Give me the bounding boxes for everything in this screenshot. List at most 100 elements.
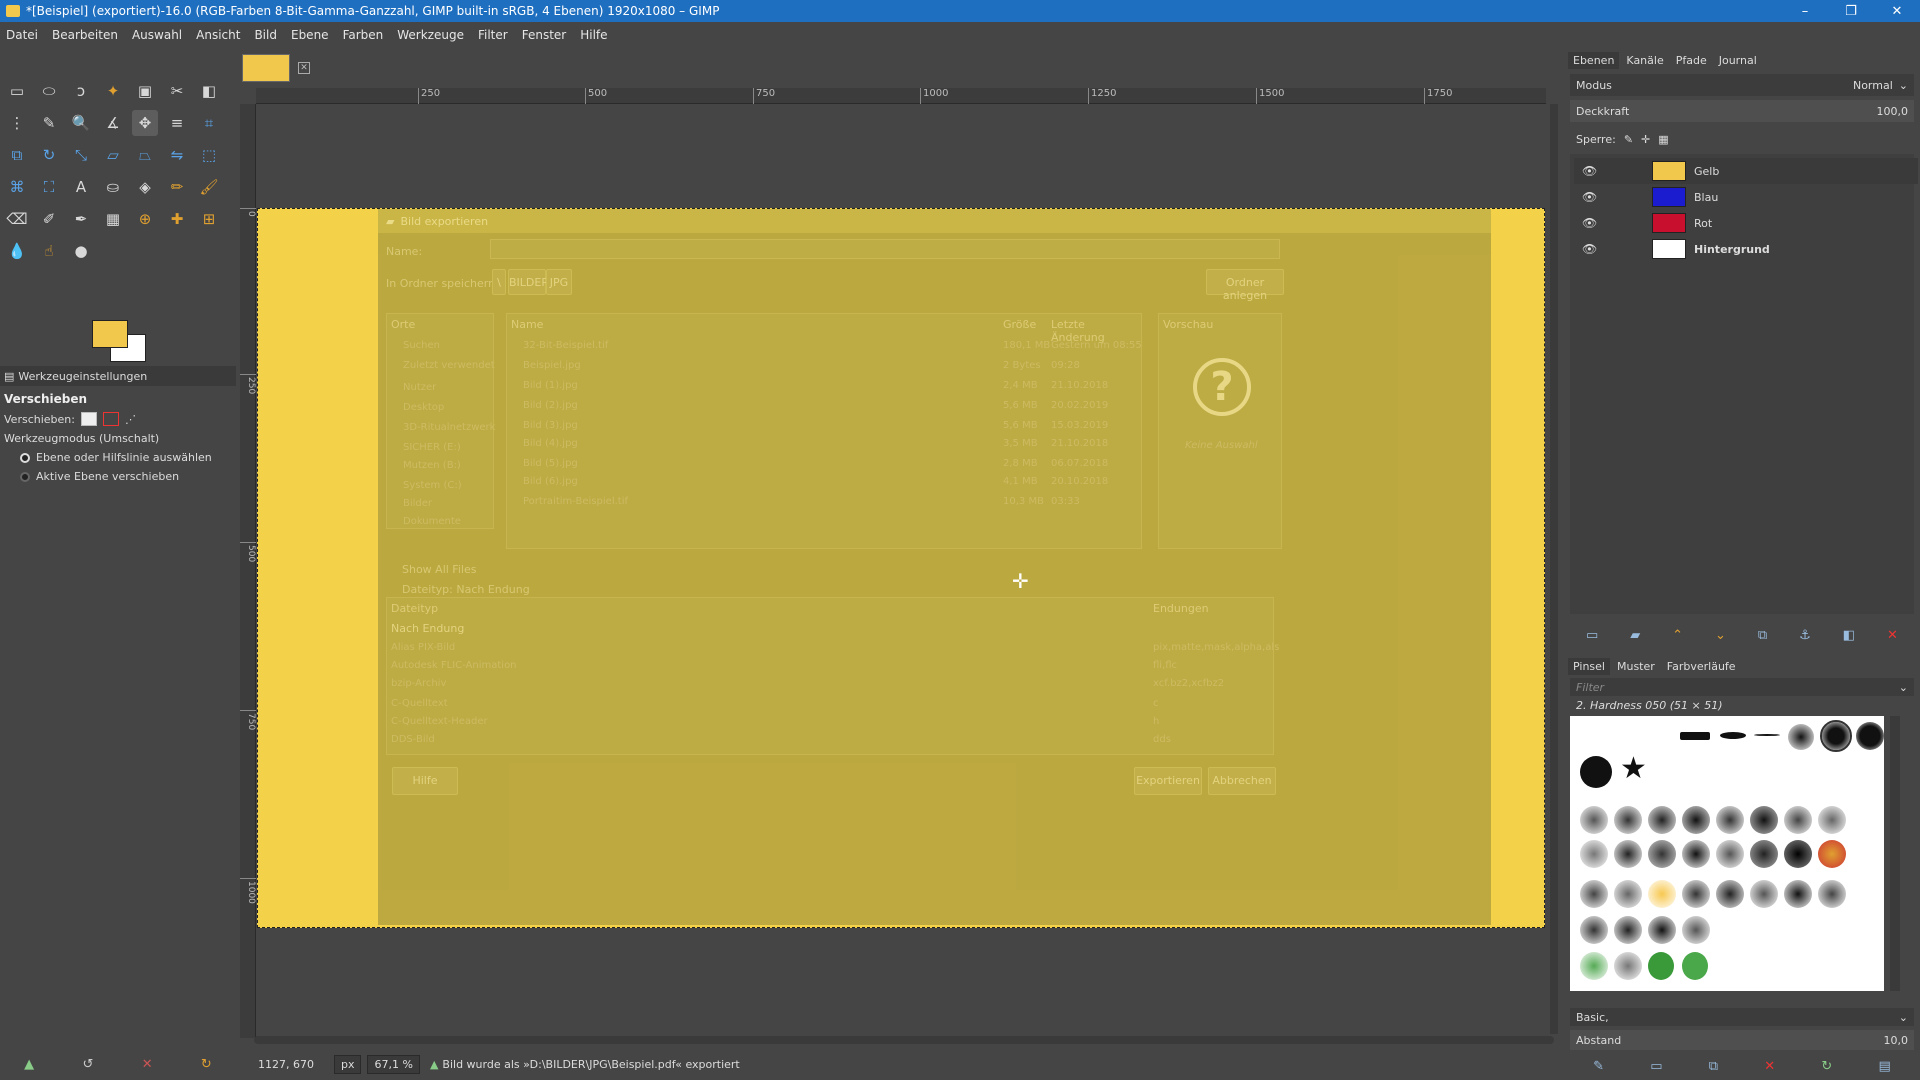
image-canvas[interactable]: ▰ Bild exportieren Name: In Ordner speic… [257,208,1545,928]
duplicate-brush-icon[interactable]: ⧉ [1709,1059,1718,1074]
menu-hilfe[interactable]: Hilfe [580,28,607,42]
restore-tool-preset-icon[interactable]: ↺ [82,1057,93,1072]
spacing-value[interactable]: 10,0 [1884,1034,1909,1047]
bucket-fill-icon[interactable]: ⛀ [100,174,126,200]
paths-icon[interactable]: ⋮ [4,110,30,136]
scale-icon[interactable]: ⤡ [68,142,94,168]
menu-farben[interactable]: Farben [343,28,384,42]
brush-swatch[interactable] [1648,916,1676,944]
blur-sharpen-icon[interactable]: 💧 [4,238,30,264]
tab-journal[interactable]: Journal [1714,52,1762,69]
rect-select-icon[interactable]: ▭ [4,78,30,104]
brush-swatch[interactable] [1784,880,1812,908]
star-brush-icon[interactable]: ★ [1620,754,1648,784]
measure-icon[interactable]: ∡ [100,110,126,136]
flip-icon[interactable]: ⇋ [164,142,190,168]
canvas-viewport[interactable]: ▰ Bild exportieren Name: In Ordner speic… [257,105,1545,1032]
handle-transform-icon[interactable]: ⛶ [36,174,62,200]
pepper-brush-icon[interactable] [1648,952,1674,980]
unit-select[interactable]: px [333,1054,362,1074]
brush-swatch[interactable] [1716,806,1744,834]
delete-tool-preset-icon[interactable]: ✕ [142,1057,153,1072]
opacity-row[interactable]: Deckkraft 100,0 [1570,100,1914,122]
brush-swatch[interactable] [1614,880,1642,908]
crop-icon[interactable]: ⌗ [196,110,222,136]
layer-row[interactable]: 👁 Gelb [1574,158,1918,184]
warp-transform-icon[interactable]: ⌘ [4,174,30,200]
menu-ansicht[interactable]: Ansicht [196,28,240,42]
open-brush-as-image-icon[interactable]: ▤ [1879,1059,1891,1074]
shear-icon[interactable]: ▱ [100,142,126,168]
brush-swatch[interactable] [1716,880,1744,908]
perspective-icon[interactable]: ⏢ [132,142,158,168]
eraser-icon[interactable]: ⌫ [4,206,30,232]
menu-auswahl[interactable]: Auswahl [132,28,182,42]
visibility-eye-icon[interactable]: 👁 [1582,242,1604,256]
perspective-clone-icon[interactable]: ⊞ [196,206,222,232]
menu-ebene[interactable]: Ebene [291,28,329,42]
brush-swatch[interactable] [1614,952,1642,980]
brush-swatch[interactable] [1784,840,1812,868]
zoom-icon[interactable]: 🔍 [68,110,94,136]
raise-layer-icon[interactable]: ⌃ [1672,628,1683,643]
visibility-eye-icon[interactable]: 👁 [1582,216,1604,230]
paintbrush-icon[interactable]: 🖌 [196,174,222,200]
layer-row[interactable]: 👁 Blau [1574,184,1918,210]
brush-swatch[interactable] [1720,732,1746,739]
menu-datei[interactable]: Datei [6,28,38,42]
brush-swatch[interactable] [1716,840,1744,868]
brush-scrollbar[interactable] [1890,716,1900,991]
save-tool-preset-icon[interactable]: ▲ [24,1057,34,1072]
tab-brushes[interactable]: Pinsel [1568,657,1610,675]
brush-swatch[interactable] [1750,806,1778,834]
brush-swatch[interactable] [1580,916,1608,944]
scissors-select-icon[interactable]: ✂ [164,78,190,104]
mypaint-brush-icon[interactable]: ▦ [100,206,126,232]
brush-swatch[interactable] [1788,724,1814,750]
menu-filter[interactable]: Filter [478,28,508,42]
refresh-brushes-icon[interactable]: ↻ [1821,1059,1832,1074]
menu-werkzeuge[interactable]: Werkzeuge [397,28,464,42]
brush-swatch[interactable] [1682,880,1710,908]
brush-swatch[interactable] [1648,880,1676,908]
brush-swatch[interactable] [1818,880,1846,908]
radio-move-active[interactable] [20,471,30,482]
brush-swatch[interactable] [1784,806,1812,834]
visibility-eye-icon[interactable]: 👁 [1582,164,1604,178]
spacing-row[interactable]: Abstand 10,0 [1570,1030,1914,1050]
tab-paths[interactable]: Pfade [1671,52,1712,69]
brush-swatch[interactable] [1614,806,1642,834]
move-layer-toggle[interactable] [80,412,97,426]
brush-tag-field[interactable]: Basic, ⌄ [1570,1008,1914,1026]
color-picker-icon[interactable]: ✎ [36,110,62,136]
tool-options-tab[interactable]: ▤ Werkzeugeinstellungen [0,366,236,386]
unified-transform-icon[interactable]: ⧉ [4,142,30,168]
smudge-icon[interactable]: ☝ [36,238,62,264]
horizontal-scrollbar[interactable] [254,1036,1554,1044]
brush-swatch[interactable] [1856,722,1884,750]
layer-row[interactable]: 👁 Hintergrund [1574,236,1918,262]
mode-value[interactable]: Normal [1853,79,1893,92]
brush-swatch[interactable] [1580,756,1612,788]
lock-position-icon[interactable]: ✛ [1641,133,1650,146]
brush-swatch[interactable] [1580,880,1608,908]
brush-swatch[interactable] [1648,806,1676,834]
balloon-brush-icon[interactable] [1818,840,1846,868]
airbrush-icon[interactable]: ✐ [36,206,62,232]
brush-swatch[interactable] [1580,840,1608,868]
brush-swatch[interactable] [1614,916,1642,944]
selected-brush-swatch[interactable] [1820,720,1852,752]
brush-swatch[interactable] [1750,840,1778,868]
gradient-icon[interactable]: ◈ [132,174,158,200]
delete-brush-icon[interactable]: ✕ [1764,1059,1775,1074]
lasso-select-icon[interactable]: ↄ [68,78,94,104]
heal-icon[interactable]: ✚ [164,206,190,232]
radio-pick-layer[interactable] [20,452,30,463]
cage-transform-icon[interactable]: ⬚ [196,142,222,168]
brush-swatch[interactable] [1682,916,1710,944]
tab-layers[interactable]: Ebenen [1568,51,1620,69]
option-move-active[interactable]: Aktive Ebene verschieben [4,470,232,483]
image-tab-thumbnail[interactable] [242,54,290,82]
lower-layer-icon[interactable]: ⌄ [1715,628,1726,643]
color-swatches[interactable] [92,320,148,364]
